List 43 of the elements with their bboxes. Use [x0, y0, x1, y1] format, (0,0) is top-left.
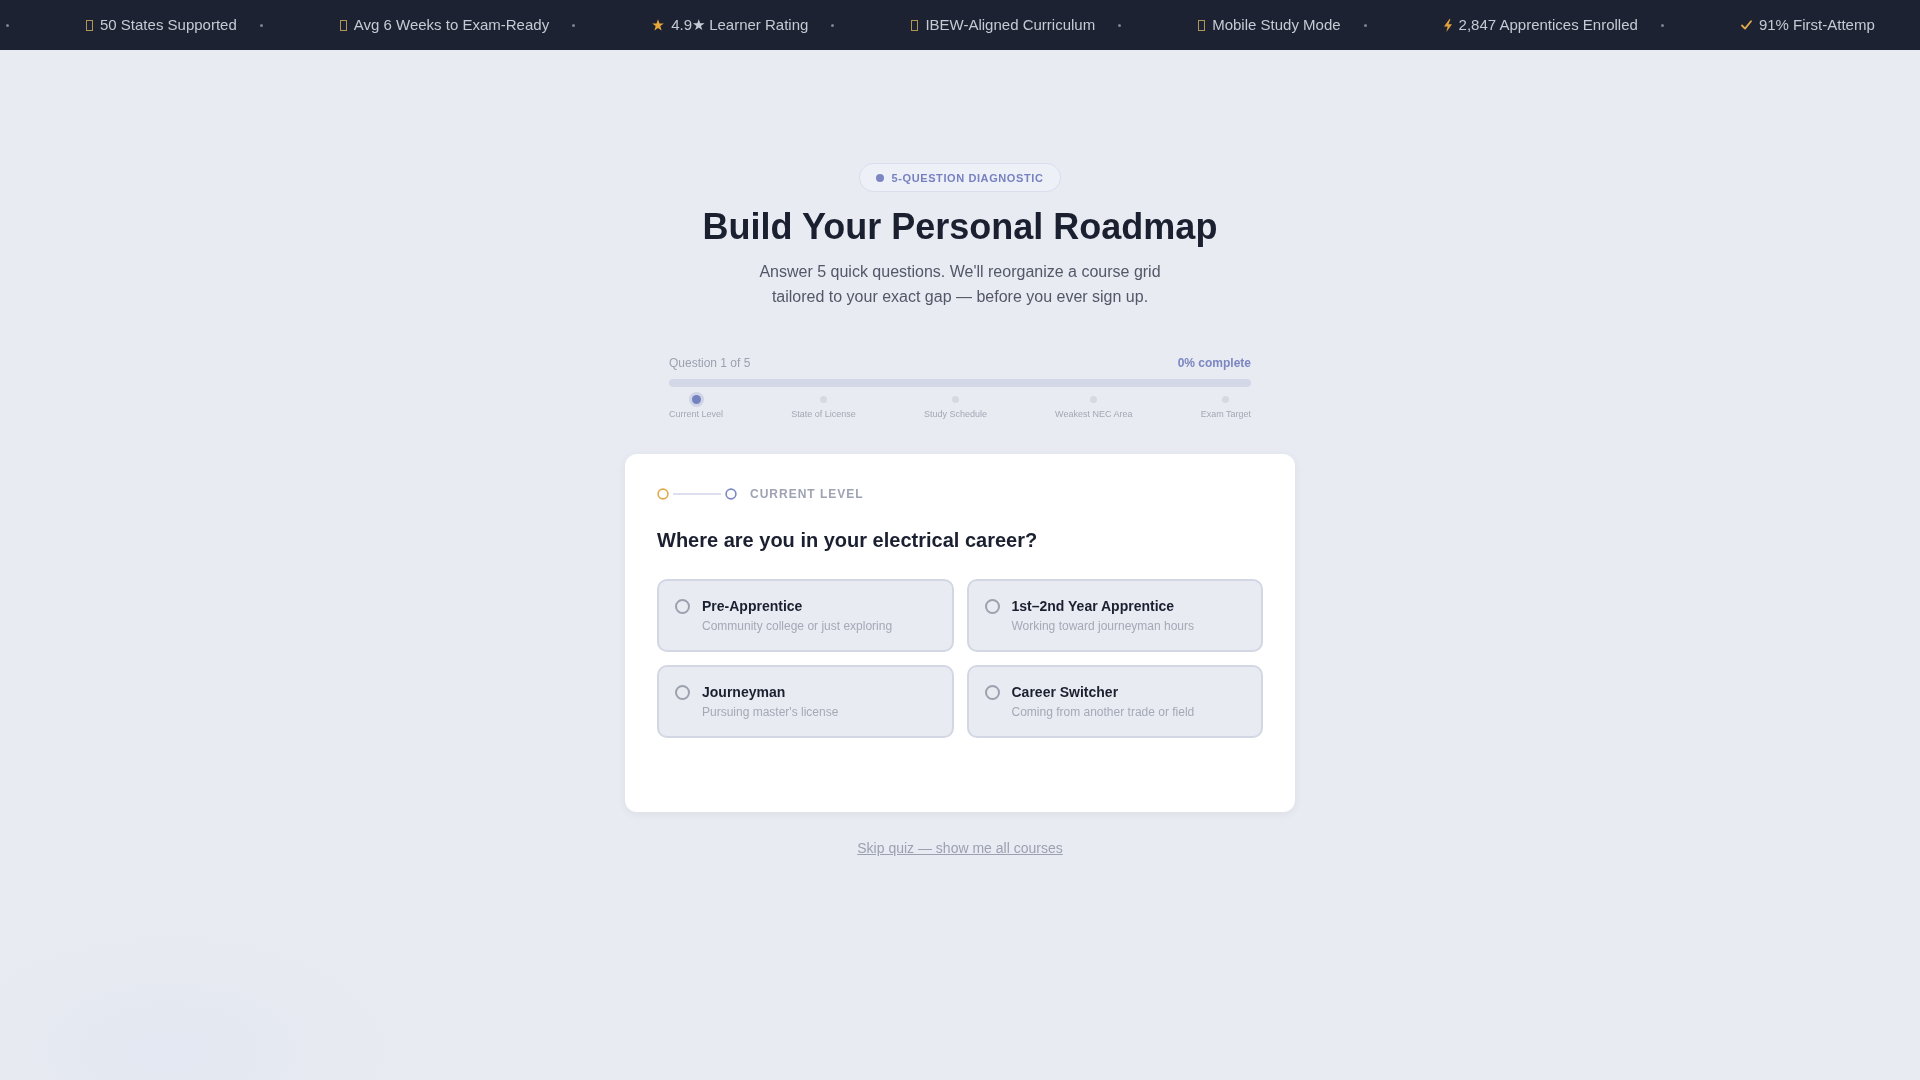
step-name: Current Level	[669, 409, 724, 420]
page-title: Build Your Personal Roadmap	[702, 205, 1218, 248]
answer-option[interactable]: 1st–2nd Year Apprentice Working toward journeyman hours	[966, 579, 1263, 652]
answer-option[interactable]: Pre-Apprentice Community college or just exploring	[657, 579, 954, 652]
ticker-text: 4.9★ Learner Rating	[671, 16, 809, 34]
question-counter: Question 1 of 5	[669, 355, 751, 371]
step-name: Exam Target	[1200, 409, 1251, 420]
rectangle-outline-icon	[339, 19, 347, 31]
ticker-text: 91% First-Attemp	[1758, 16, 1875, 34]
step-name: State of License	[791, 409, 856, 420]
step-name: Weakest NEC Area	[1055, 409, 1133, 420]
separator-dot-icon	[6, 23, 9, 27]
rectangle-outline-icon	[911, 19, 919, 31]
step-name: Study Schedule	[923, 409, 987, 420]
separator-dot-icon	[831, 23, 835, 27]
radio-circle[interactable]	[984, 598, 1000, 614]
percent-complete: 0% complete	[1177, 355, 1251, 371]
separator-dot-icon	[1660, 23, 1664, 27]
radio-circle[interactable]	[984, 684, 1000, 700]
separator-dot-icon	[1118, 23, 1122, 27]
diagnostic-label: 5-QUESTION DIAGNOSTIC	[891, 170, 1044, 185]
check-icon	[1740, 20, 1752, 30]
step-label: CURRENT LEVEL	[750, 487, 864, 501]
ticker-text: Mobile Study Mode	[1212, 16, 1341, 34]
separator-dot-icon	[259, 23, 263, 27]
rectangle-outline-icon	[86, 19, 93, 31]
ticker-text: Avg 6 Weeks to Exam-Ready	[353, 16, 550, 34]
separator-dot-icon	[1363, 23, 1367, 27]
ticker-text: IBEW-Aligned Curriculum	[925, 16, 1096, 34]
star-icon	[652, 19, 665, 31]
dot-icon	[875, 173, 884, 182]
radio-circle[interactable]	[675, 684, 690, 700]
rectangle-outline-icon	[1198, 19, 1206, 31]
ring-connector-icon	[657, 488, 737, 500]
answer-option[interactable]: Career Switcher Coming from another trade or field	[966, 665, 1263, 738]
question-text: Where are you in your electrical career?	[657, 528, 1039, 552]
answer-option[interactable]: Journeyman Pursuing master's license	[657, 665, 954, 738]
separator-dot-icon	[572, 23, 576, 27]
ticker-text: 50 States Supported	[100, 16, 237, 34]
lightning-bolt-icon	[1443, 18, 1452, 32]
radio-circle[interactable]	[675, 598, 690, 614]
page-subtitle: Answer 5 quick questions. We'll reorganize a course grid tailored to your exact gap — before you ever sign up.	[758, 262, 1162, 307]
ticker-text: 2,847 Apprentices Enrolled	[1458, 16, 1638, 34]
